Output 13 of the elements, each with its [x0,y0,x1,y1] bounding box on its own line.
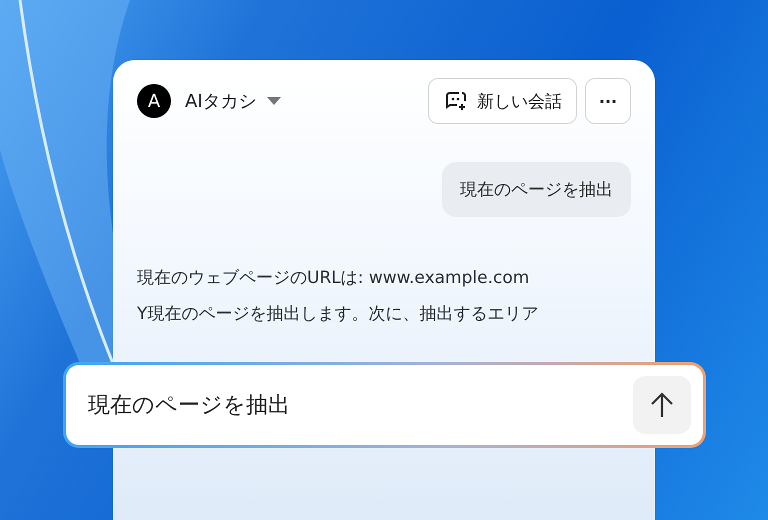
up-arrow-icon [650,392,674,418]
assistant-message: 現在のウェブページのURLは: www.example.com [137,267,530,290]
assistant-message: Y現在のページを抽出します。次に、抽出するエリア [137,302,540,326]
send-button[interactable] [633,376,691,434]
caret-icon[interactable] [266,97,281,105]
message-field[interactable]: 現在のページを抽出 [63,362,706,448]
chat-plus-icon [445,91,467,111]
new-chat-button[interactable]: 新しい会話 [428,78,577,124]
message-input[interactable]: 現在のページを抽出 [86,392,633,418]
more-button[interactable]: ··· [585,78,631,124]
assistant-name[interactable]: AIタカシ [185,89,257,113]
avatar: A [137,84,171,118]
user-message: 現在のページを抽出 [442,162,631,217]
